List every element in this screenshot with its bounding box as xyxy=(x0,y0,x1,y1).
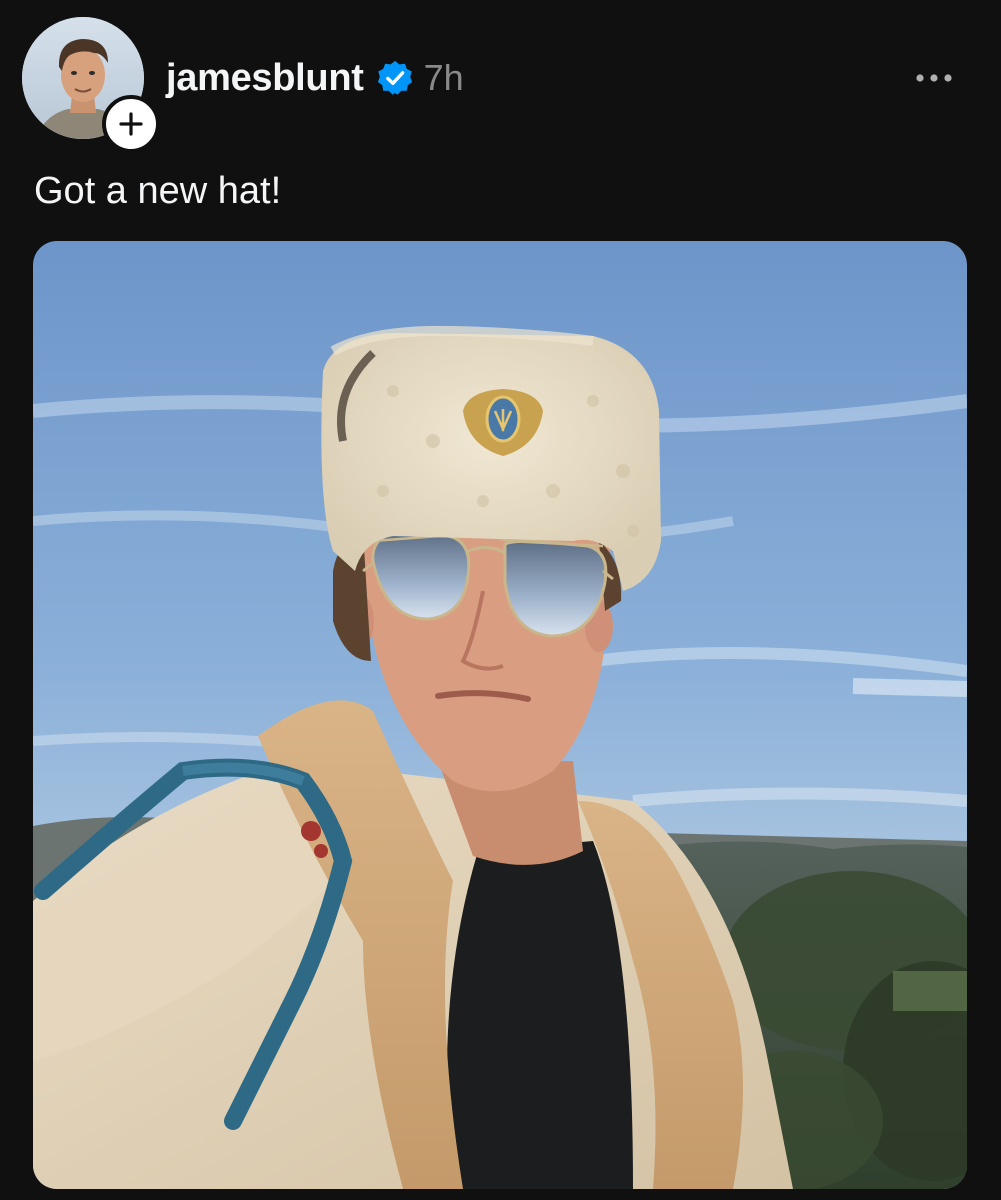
more-horizontal-icon xyxy=(916,74,952,82)
post-timestamp: 7h xyxy=(423,57,464,98)
more-options-button[interactable] xyxy=(906,60,962,96)
follow-button[interactable] xyxy=(102,95,160,153)
thread-post: jamesblunt 7h Got a new hat! xyxy=(0,0,1001,1200)
post-header: jamesblunt 7h xyxy=(166,55,464,101)
post-photo[interactable] xyxy=(33,241,967,1189)
post-caption: Got a new hat! xyxy=(34,170,282,212)
plus-icon xyxy=(119,112,143,136)
selfie-photo-illustration xyxy=(33,241,967,1189)
username-link[interactable]: jamesblunt xyxy=(166,57,364,100)
avatar-container xyxy=(22,17,160,153)
verified-badge-icon xyxy=(376,59,414,97)
